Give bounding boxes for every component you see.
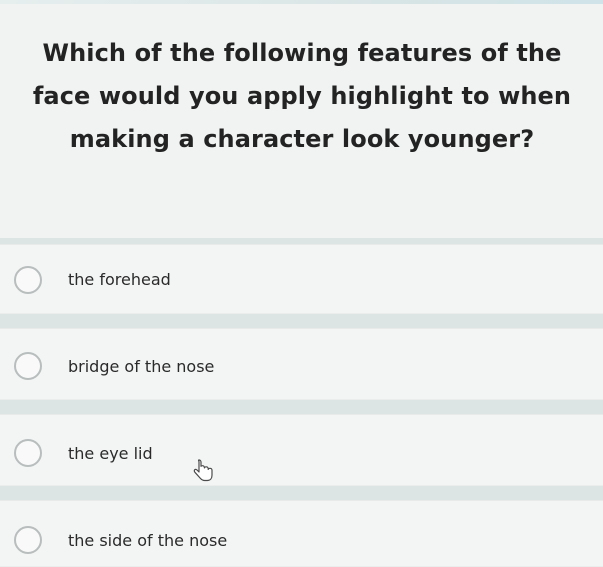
- divider: [0, 486, 603, 500]
- answer-label: the forehead: [68, 270, 171, 289]
- question-text: Which of the following features of the f…: [32, 39, 572, 153]
- answer-option-forehead[interactable]: the forehead: [0, 244, 603, 314]
- divider: [0, 314, 603, 328]
- answer-option-bridge-of-nose[interactable]: bridge of the nose: [0, 328, 603, 400]
- question-card: Which of the following features of the f…: [0, 4, 603, 238]
- radio-button[interactable]: [14, 266, 42, 294]
- hand-pointer-icon: [192, 459, 214, 483]
- divider: [0, 400, 603, 414]
- quiz-page: Which of the following features of the f…: [0, 0, 603, 567]
- answer-label: the side of the nose: [68, 531, 228, 550]
- answer-label: the eye lid: [68, 444, 153, 463]
- radio-button[interactable]: [14, 439, 42, 467]
- answer-label: bridge of the nose: [68, 357, 215, 376]
- radio-button[interactable]: [14, 526, 42, 554]
- radio-button[interactable]: [14, 352, 42, 380]
- answer-option-eye-lid[interactable]: the eye lid: [0, 414, 603, 486]
- answer-option-side-of-nose[interactable]: the side of the nose: [0, 500, 603, 567]
